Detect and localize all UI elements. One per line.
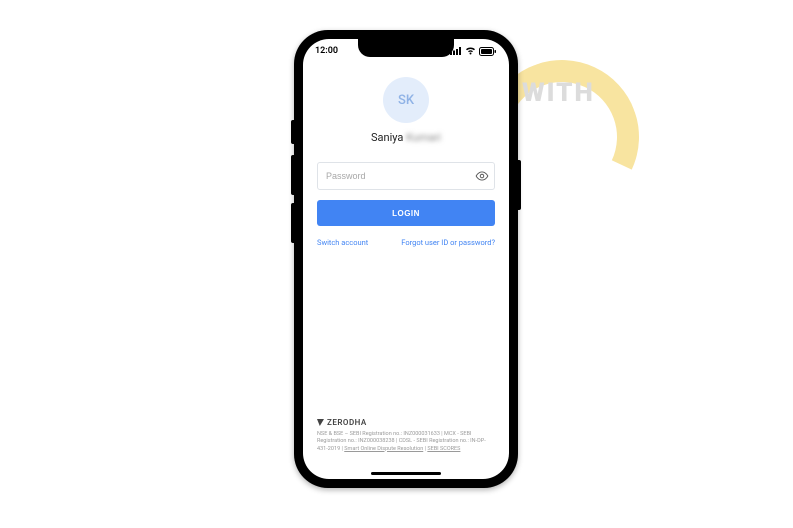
- battery-icon: [479, 47, 497, 56]
- dispute-link[interactable]: Smart Online Dispute Resolution: [344, 446, 423, 452]
- home-indicator[interactable]: [371, 472, 441, 475]
- brand-icon: [317, 419, 324, 426]
- wifi-icon: [465, 47, 476, 55]
- phone-notch: [358, 39, 454, 57]
- user-avatar: SK: [383, 77, 429, 123]
- forgot-password-link[interactable]: Forgot user ID or password?: [401, 238, 495, 247]
- switch-account-link[interactable]: Switch account: [317, 238, 368, 247]
- phone-frame: 12:00 SK Saniya Kumari LOGIN Switch acco…: [294, 30, 518, 488]
- password-field-wrap: [317, 162, 495, 190]
- legal-text: NSE & BSE – SEBI Registration no.: INZ00…: [317, 431, 495, 453]
- user-name: Saniya Kumari: [317, 131, 495, 144]
- phone-screen: 12:00 SK Saniya Kumari LOGIN Switch acco…: [303, 39, 509, 479]
- brand-logo: ZERODHA: [317, 418, 495, 427]
- watermark-sub: WITH: [522, 78, 595, 108]
- password-input[interactable]: [317, 162, 495, 190]
- status-time: 12:00: [315, 46, 338, 56]
- login-button[interactable]: LOGIN: [317, 200, 495, 226]
- scores-link[interactable]: SEBI SCORES: [427, 446, 460, 452]
- toggle-password-icon[interactable]: [475, 169, 489, 183]
